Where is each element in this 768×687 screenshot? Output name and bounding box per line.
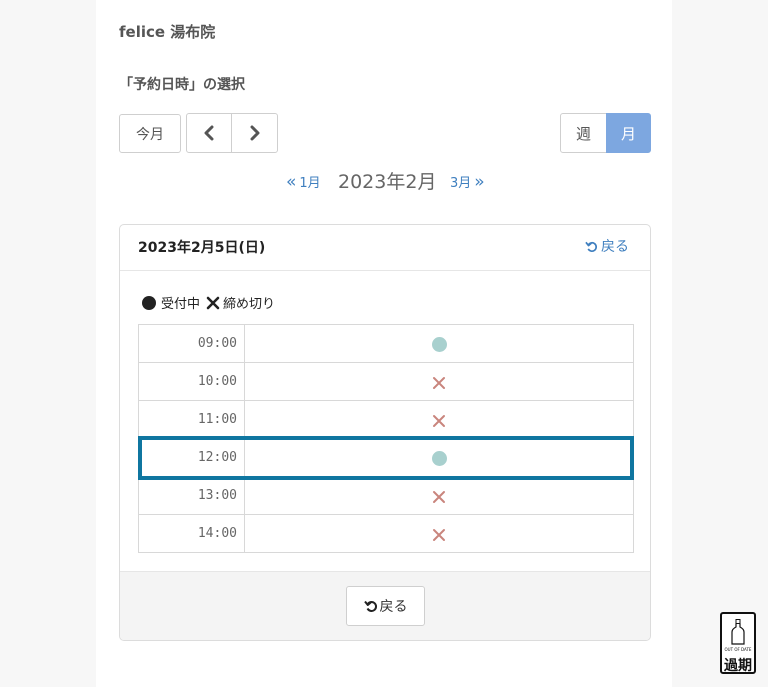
month-view-button[interactable]: 月 [606,113,651,153]
slot-time: 09:00 [138,324,245,363]
slot-time: 12:00 [138,438,245,477]
selected-date: 2023年2月5日(日) [138,240,266,256]
slot-time: 14:00 [138,514,245,553]
slot-time: 11:00 [138,400,245,439]
chevron-left-icon [204,125,214,141]
slot-status [244,400,634,439]
closed-cross-icon [433,490,445,503]
prev-month-link[interactable]: « 1月 [283,172,321,192]
time-slot-row[interactable]: 09:00 [138,324,634,363]
chevron-right-icon [250,125,259,141]
double-chevron-right-icon: » [474,172,485,192]
slot-time: 13:00 [138,476,245,515]
closed-cross-icon [433,376,445,389]
time-slot-row: 11:00 [138,400,634,439]
time-slot-row: 13:00 [138,476,634,515]
back-button[interactable]: 戻る [346,586,425,626]
available-circle-icon[interactable] [431,451,447,466]
back-button-label: 戻る [379,599,408,615]
legend-closed-label: 締め切り [223,297,276,312]
slot-status[interactable] [244,438,634,477]
next-button[interactable] [231,113,278,153]
slot-time: 10:00 [138,362,245,401]
out-of-date-badge: OUT OF DATE 過期 [720,612,756,674]
circle-icon [142,295,156,310]
cross-icon [206,296,220,309]
day-panel: 2023年2月5日(日) 戻る 受付中 締め切り 09:00 10:00 11:00… [119,224,651,641]
undo-icon [585,241,597,252]
current-month-label: 2023年2月 [338,171,437,193]
time-slot-row: 10:00 [138,362,634,401]
shop-name: felice 湯布院 [119,23,216,41]
time-slot-table: 09:00 10:00 11:00 12:00 13:00 14:00 [138,324,634,553]
bottle-icon [731,619,745,645]
time-slot-row: 14:00 [138,514,634,553]
legend: 受付中 締め切り [142,293,275,312]
slot-status [244,514,634,553]
closed-cross-icon [433,414,445,427]
next-month-link[interactable]: 3月 » [450,172,488,192]
month-navigation: « 1月 2023年2月 3月 » [0,166,768,196]
panel-footer: 戻る [120,571,650,640]
back-link-label: 戻る [601,239,629,255]
slot-status[interactable] [244,324,634,363]
slot-status [244,362,634,401]
available-circle-icon[interactable] [431,337,447,352]
page-margin-right [672,0,768,687]
double-chevron-left-icon: « [286,172,297,192]
back-link[interactable]: 戻る [585,236,629,256]
slot-status [244,476,634,515]
time-slot-row[interactable]: 12:00 [138,438,634,477]
undo-icon [363,600,377,612]
badge-big-text: 過期 [724,658,752,674]
badge-small-text: OUT OF DATE [724,647,752,652]
page-margin-left [0,0,96,687]
closed-cross-icon [433,528,445,541]
legend-available-label: 受付中 [161,297,201,312]
this-month-button[interactable]: 今月 [119,114,181,153]
prev-button[interactable] [186,113,232,153]
week-view-button[interactable]: 週 [560,113,607,153]
panel-header: 2023年2月5日(日) 戻る [120,225,650,271]
section-title: 「予約日時」の選択 [119,77,245,93]
next-month-label: 3月 [450,176,472,191]
prev-month-label: 1月 [299,176,321,191]
